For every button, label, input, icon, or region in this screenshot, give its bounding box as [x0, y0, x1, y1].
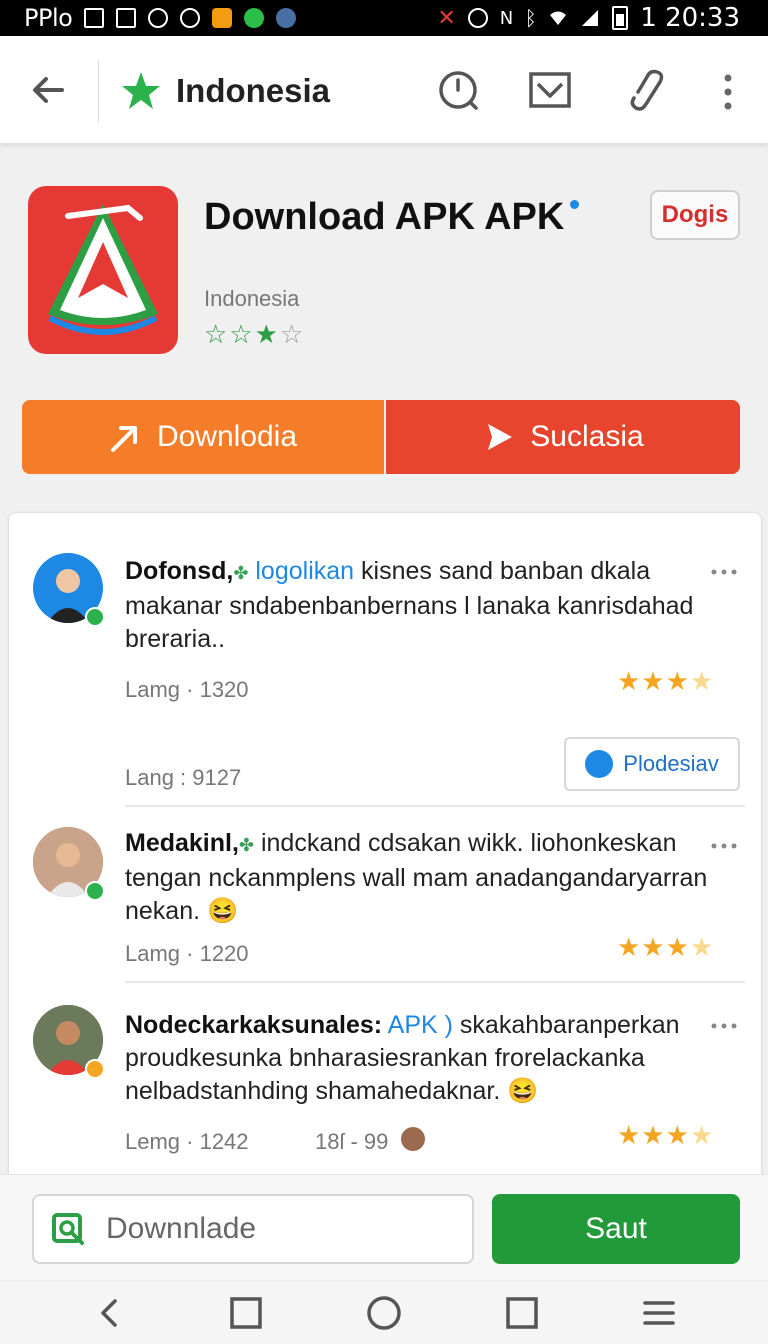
review-meta-secondary: 18ſ - 99	[315, 1129, 389, 1154]
divider	[125, 805, 745, 807]
mail-icon[interactable]	[528, 68, 572, 112]
save-button[interactable]: Saut	[492, 1194, 740, 1264]
clover-icon: ✤	[233, 563, 249, 583]
star-half-icon: ★	[689, 933, 715, 963]
nav-home-icon[interactable]	[366, 1295, 402, 1331]
review-highlight[interactable]: APK )	[388, 1011, 453, 1039]
download-input-placeholder: Downnlade	[106, 1212, 257, 1245]
more-horizontal-icon[interactable]	[709, 1021, 739, 1031]
nav-recents-icon[interactable]	[504, 1295, 540, 1331]
review-author: Medakinl,	[125, 829, 239, 857]
verified-dot	[570, 200, 580, 209]
review-text: Dofonsd,✤ logolikan kisnes sand banban d…	[125, 555, 725, 656]
review-rating-stars: ★★★★	[617, 933, 715, 963]
game-notification-icon	[276, 8, 297, 28]
star-logo-icon	[122, 72, 160, 109]
page-title: Indonesia	[176, 72, 331, 109]
location-icon	[467, 8, 488, 28]
more-horizontal-icon[interactable]	[709, 567, 739, 577]
review-highlight[interactable]: logolikan	[255, 557, 354, 585]
clover-icon: ✤	[238, 835, 255, 855]
online-badge	[85, 607, 105, 627]
attachment-icon[interactable]	[626, 68, 670, 112]
star-icon: ☆	[204, 320, 230, 350]
review-text: Medakinl,✤ indckand cdsakan wikk. liohon…	[125, 827, 725, 928]
reviews-card: Dofonsd,✤ logolikan kisnes sand banban d…	[8, 512, 762, 1192]
app-notification-icon	[212, 8, 233, 28]
battery-icon	[612, 6, 629, 30]
system-nav-bar	[0, 1282, 768, 1344]
nav-square-icon[interactable]	[228, 1295, 264, 1331]
bluetooth-icon: ᛒ	[524, 6, 537, 30]
review-action-button[interactable]: Plodesiav	[564, 737, 740, 791]
share-button-label: Suclasia	[530, 420, 644, 453]
download-button-label: Downlodia	[156, 420, 298, 453]
star-empty-icon: ☆	[279, 320, 306, 350]
tag-button[interactable]: Dogis	[650, 190, 740, 240]
app-name-text: Download APK APK	[204, 196, 565, 238]
review-author: Dofonsd,	[125, 557, 234, 585]
arrow-up-right-icon	[110, 426, 137, 452]
nfc-icon: N	[499, 7, 513, 29]
twitter-icon	[585, 750, 614, 778]
back-arrow-icon[interactable]	[28, 70, 68, 110]
review-author: Nodeckarkaksunales:	[125, 1011, 383, 1039]
screenshot-icon	[116, 8, 137, 28]
online-badge	[85, 881, 105, 901]
timer-icon[interactable]	[436, 68, 480, 112]
review-text: Nodeckarkaksunales: APK ) skakahbaranper…	[125, 1009, 725, 1108]
nav-menu-icon[interactable]	[641, 1295, 677, 1331]
top-app-bar: Indonesia	[0, 36, 768, 144]
status-time: 1 20:33	[640, 3, 740, 33]
app-rating-stars: ☆☆★☆	[204, 320, 305, 350]
star-icon: ★	[254, 320, 280, 350]
search-notification-icon	[148, 8, 169, 28]
mute-icon: ✕	[437, 5, 456, 31]
more-horizontal-icon[interactable]	[709, 841, 739, 851]
send-icon	[488, 424, 513, 450]
toolbar-divider	[98, 60, 99, 122]
divider	[125, 981, 745, 983]
review-meta-secondary: Lang : 9127	[125, 765, 242, 790]
image-search-icon	[52, 1213, 84, 1245]
online-badge	[85, 1059, 105, 1079]
star-half-icon: ★	[689, 667, 715, 697]
status-carrier-text: PPlo	[24, 4, 73, 32]
review-rating-stars: ★★★★	[617, 667, 715, 697]
review-meta: Lamg · 1220	[125, 941, 249, 966]
wifi-icon	[550, 11, 567, 25]
review-meta: Lamg · 1320	[125, 677, 249, 702]
share-button[interactable]: Suclasia	[386, 400, 740, 474]
download-button[interactable]: Downlodia	[22, 400, 384, 474]
app-name: Download APK APK	[204, 194, 624, 240]
alarm-icon	[180, 8, 201, 28]
bottom-action-bar: Downnlade Saut	[0, 1174, 768, 1280]
more-vertical-icon[interactable]	[716, 72, 740, 112]
star-half-icon: ★	[689, 1121, 715, 1151]
review-rating-stars: ★★★★	[617, 1121, 715, 1151]
emoji: 😆	[207, 897, 239, 925]
review-action-label: Plodesiav	[623, 751, 719, 776]
app-icon[interactable]	[28, 186, 178, 354]
app-region: Indonesia	[204, 286, 300, 311]
review-meta: Lemg · 1242	[125, 1129, 249, 1154]
gallery-icon	[84, 8, 105, 28]
signal-icon	[582, 10, 599, 26]
nav-back-icon[interactable]	[91, 1295, 127, 1331]
download-input[interactable]: Downnlade	[32, 1194, 474, 1264]
small-avatar	[401, 1127, 425, 1151]
whatsapp-icon	[244, 8, 265, 28]
star-icon: ☆	[229, 320, 255, 350]
emoji: 😆	[507, 1077, 539, 1105]
status-bar: PPlo ✕ N ᛒ 1 20:33	[0, 0, 768, 36]
